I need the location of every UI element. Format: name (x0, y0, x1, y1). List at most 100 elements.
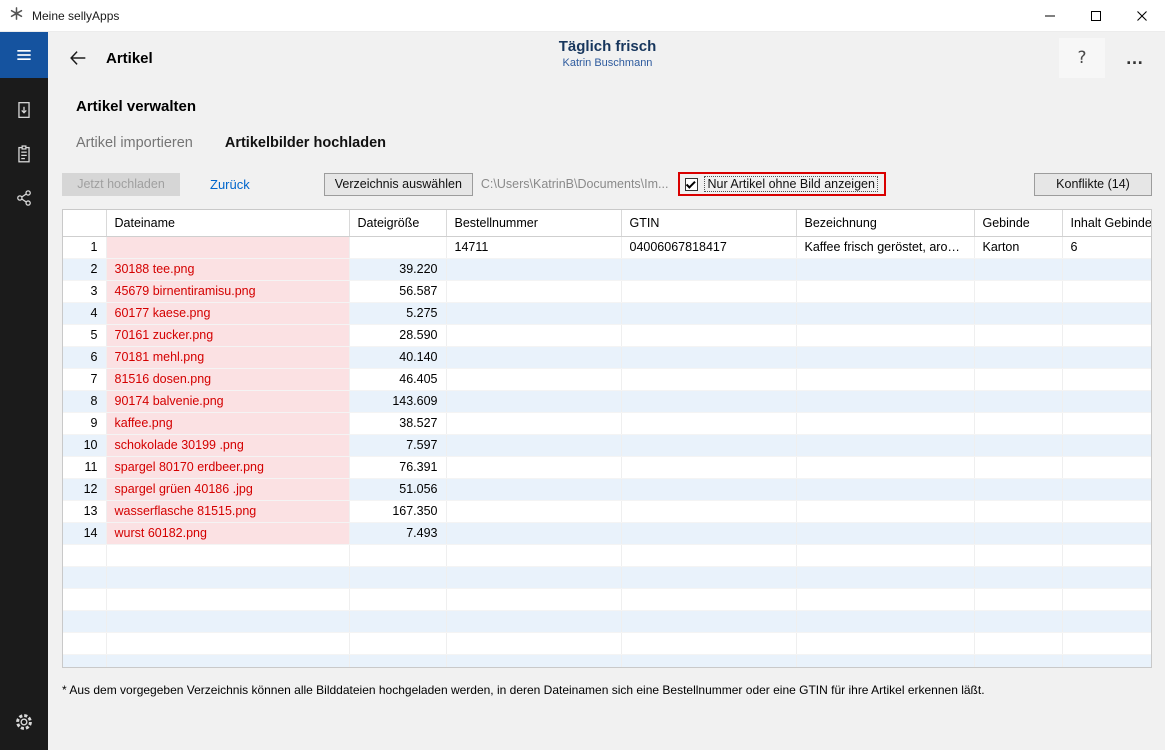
cell-empty (349, 544, 446, 566)
minimize-button[interactable] (1027, 0, 1073, 31)
cell-empty (796, 632, 974, 654)
cell-gebinde (974, 324, 1062, 346)
cell-empty (446, 588, 621, 610)
cell-empty (621, 588, 796, 610)
choose-directory-button[interactable]: Verzeichnis auswählen (324, 173, 473, 196)
cell-empty (349, 610, 446, 632)
cell-empty (63, 588, 106, 610)
cell-num: 6 (63, 346, 106, 368)
cell-inhalt_gebinde (1062, 302, 1151, 324)
cell-bezeichnung (796, 500, 974, 522)
table-row[interactable]: 670181 mehl.png40.140 (63, 346, 1151, 368)
cell-empty (1062, 632, 1151, 654)
hamburger-icon (14, 45, 34, 65)
table-row[interactable]: 781516 dosen.png46.405 (63, 368, 1151, 390)
cell-bestellnummer (446, 478, 621, 500)
cell-bezeichnung (796, 302, 974, 324)
settings-gear-button[interactable] (0, 700, 48, 744)
cell-bezeichnung: Kaffee frisch geröstet, aromat... (796, 236, 974, 258)
cell-empty (446, 610, 621, 632)
cell-gebinde (974, 302, 1062, 324)
sidebar-item-share[interactable] (0, 176, 48, 220)
cell-gebinde: Karton (974, 236, 1062, 258)
cell-empty (446, 566, 621, 588)
table-row[interactable]: 10schokolade 30199 .png7.597 (63, 434, 1151, 456)
cell-dateigroesse: 46.405 (349, 368, 446, 390)
back-arrow-icon (67, 47, 89, 69)
table-row[interactable]: 9kaffee.png38.527 (63, 412, 1151, 434)
cell-gtin (621, 346, 796, 368)
cell-gtin (621, 412, 796, 434)
column-header-inhalt-gebinde[interactable]: Inhalt Gebinde (1062, 210, 1151, 236)
column-header-gtin[interactable]: GTIN (621, 210, 796, 236)
back-link[interactable]: Zurück (210, 177, 250, 192)
table-row[interactable]: 570161 zucker.png28.590 (63, 324, 1151, 346)
sidebar-item-articles[interactable] (0, 132, 48, 176)
table-row[interactable]: 460177 kaese.png5.275 (63, 302, 1151, 324)
cell-bezeichnung (796, 456, 974, 478)
column-header-dateiname[interactable]: Dateiname (106, 210, 349, 236)
cell-num: 3 (63, 280, 106, 302)
cell-num: 7 (63, 368, 106, 390)
cell-gtin (621, 390, 796, 412)
cell-num: 1 (63, 236, 106, 258)
account-info: Täglich frisch Katrin Buschmann (559, 38, 657, 69)
section-heading: Artikel verwalten (48, 84, 1165, 115)
cell-empty (349, 632, 446, 654)
checkbox-icon[interactable] (685, 178, 698, 191)
cell-num: 8 (63, 390, 106, 412)
hamburger-menu-button[interactable] (0, 32, 48, 78)
checkbox-label[interactable]: Nur Artikel ohne Bild anzeigen (704, 176, 877, 192)
table-row[interactable]: 11471104006067818417Kaffee frisch geröst… (63, 236, 1151, 258)
close-button[interactable] (1119, 0, 1165, 31)
column-header-row-number (63, 210, 106, 236)
cell-gtin (621, 478, 796, 500)
cell-bestellnummer (446, 324, 621, 346)
column-header-gebinde[interactable]: Gebinde (974, 210, 1062, 236)
only-without-image-filter[interactable]: Nur Artikel ohne Bild anzeigen (678, 172, 885, 196)
upload-now-button[interactable]: Jetzt hochladen (62, 173, 180, 196)
table-row[interactable]: 12spargel grüen 40186 .jpg51.056 (63, 478, 1151, 500)
cell-dateigroesse: 5.275 (349, 302, 446, 324)
cell-gtin (621, 522, 796, 544)
conflicts-button[interactable]: Konflikte (14) (1034, 173, 1152, 196)
sidebar-item-import[interactable] (0, 88, 48, 132)
column-header-bezeichnung[interactable]: Bezeichnung (796, 210, 974, 236)
table-row[interactable]: 230188 tee.png39.220 (63, 258, 1151, 280)
cell-empty (1062, 654, 1151, 668)
table-row[interactable]: 345679 birnentiramisu.png56.587 (63, 280, 1151, 302)
table-row[interactable]: 14wurst 60182.png7.493 (63, 522, 1151, 544)
cell-dateiname: 90174 balvenie.png (106, 390, 349, 412)
back-button[interactable] (64, 44, 92, 72)
table-row-empty (63, 632, 1151, 654)
column-header-bestellnummer[interactable]: Bestellnummer (446, 210, 621, 236)
maximize-button[interactable] (1073, 0, 1119, 31)
cell-empty (621, 566, 796, 588)
table-row-empty (63, 610, 1151, 632)
tab-artikel-importieren[interactable]: Artikel importieren (76, 135, 193, 151)
toolbar: Jetzt hochladen Zurück Verzeichnis auswä… (48, 171, 1165, 197)
cell-bestellnummer (446, 456, 621, 478)
cell-empty (106, 654, 349, 668)
cell-dateiname: wasserflasche 81515.png (106, 500, 349, 522)
sidebar (0, 32, 48, 750)
more-options-button[interactable]: … (1117, 38, 1153, 78)
table-row[interactable]: 13wasserflasche 81515.png167.350 (63, 500, 1151, 522)
cell-empty (63, 544, 106, 566)
table-row[interactable]: 11spargel 80170 erdbeer.png76.391 (63, 456, 1151, 478)
help-button[interactable]: ? (1059, 38, 1105, 78)
cell-inhalt_gebinde (1062, 390, 1151, 412)
cell-gebinde (974, 478, 1062, 500)
tab-artikelbilder-hochladen[interactable]: Artikelbilder hochladen (225, 135, 386, 151)
table-row[interactable]: 890174 balvenie.png143.609 (63, 390, 1151, 412)
cell-empty (106, 632, 349, 654)
column-header-dateigröße[interactable]: Dateigröße (349, 210, 446, 236)
gear-icon (13, 711, 35, 733)
cell-bestellnummer (446, 302, 621, 324)
cell-bestellnummer (446, 500, 621, 522)
cell-inhalt_gebinde (1062, 258, 1151, 280)
cell-gebinde (974, 522, 1062, 544)
cell-num: 12 (63, 478, 106, 500)
cell-bezeichnung (796, 258, 974, 280)
cell-num: 2 (63, 258, 106, 280)
